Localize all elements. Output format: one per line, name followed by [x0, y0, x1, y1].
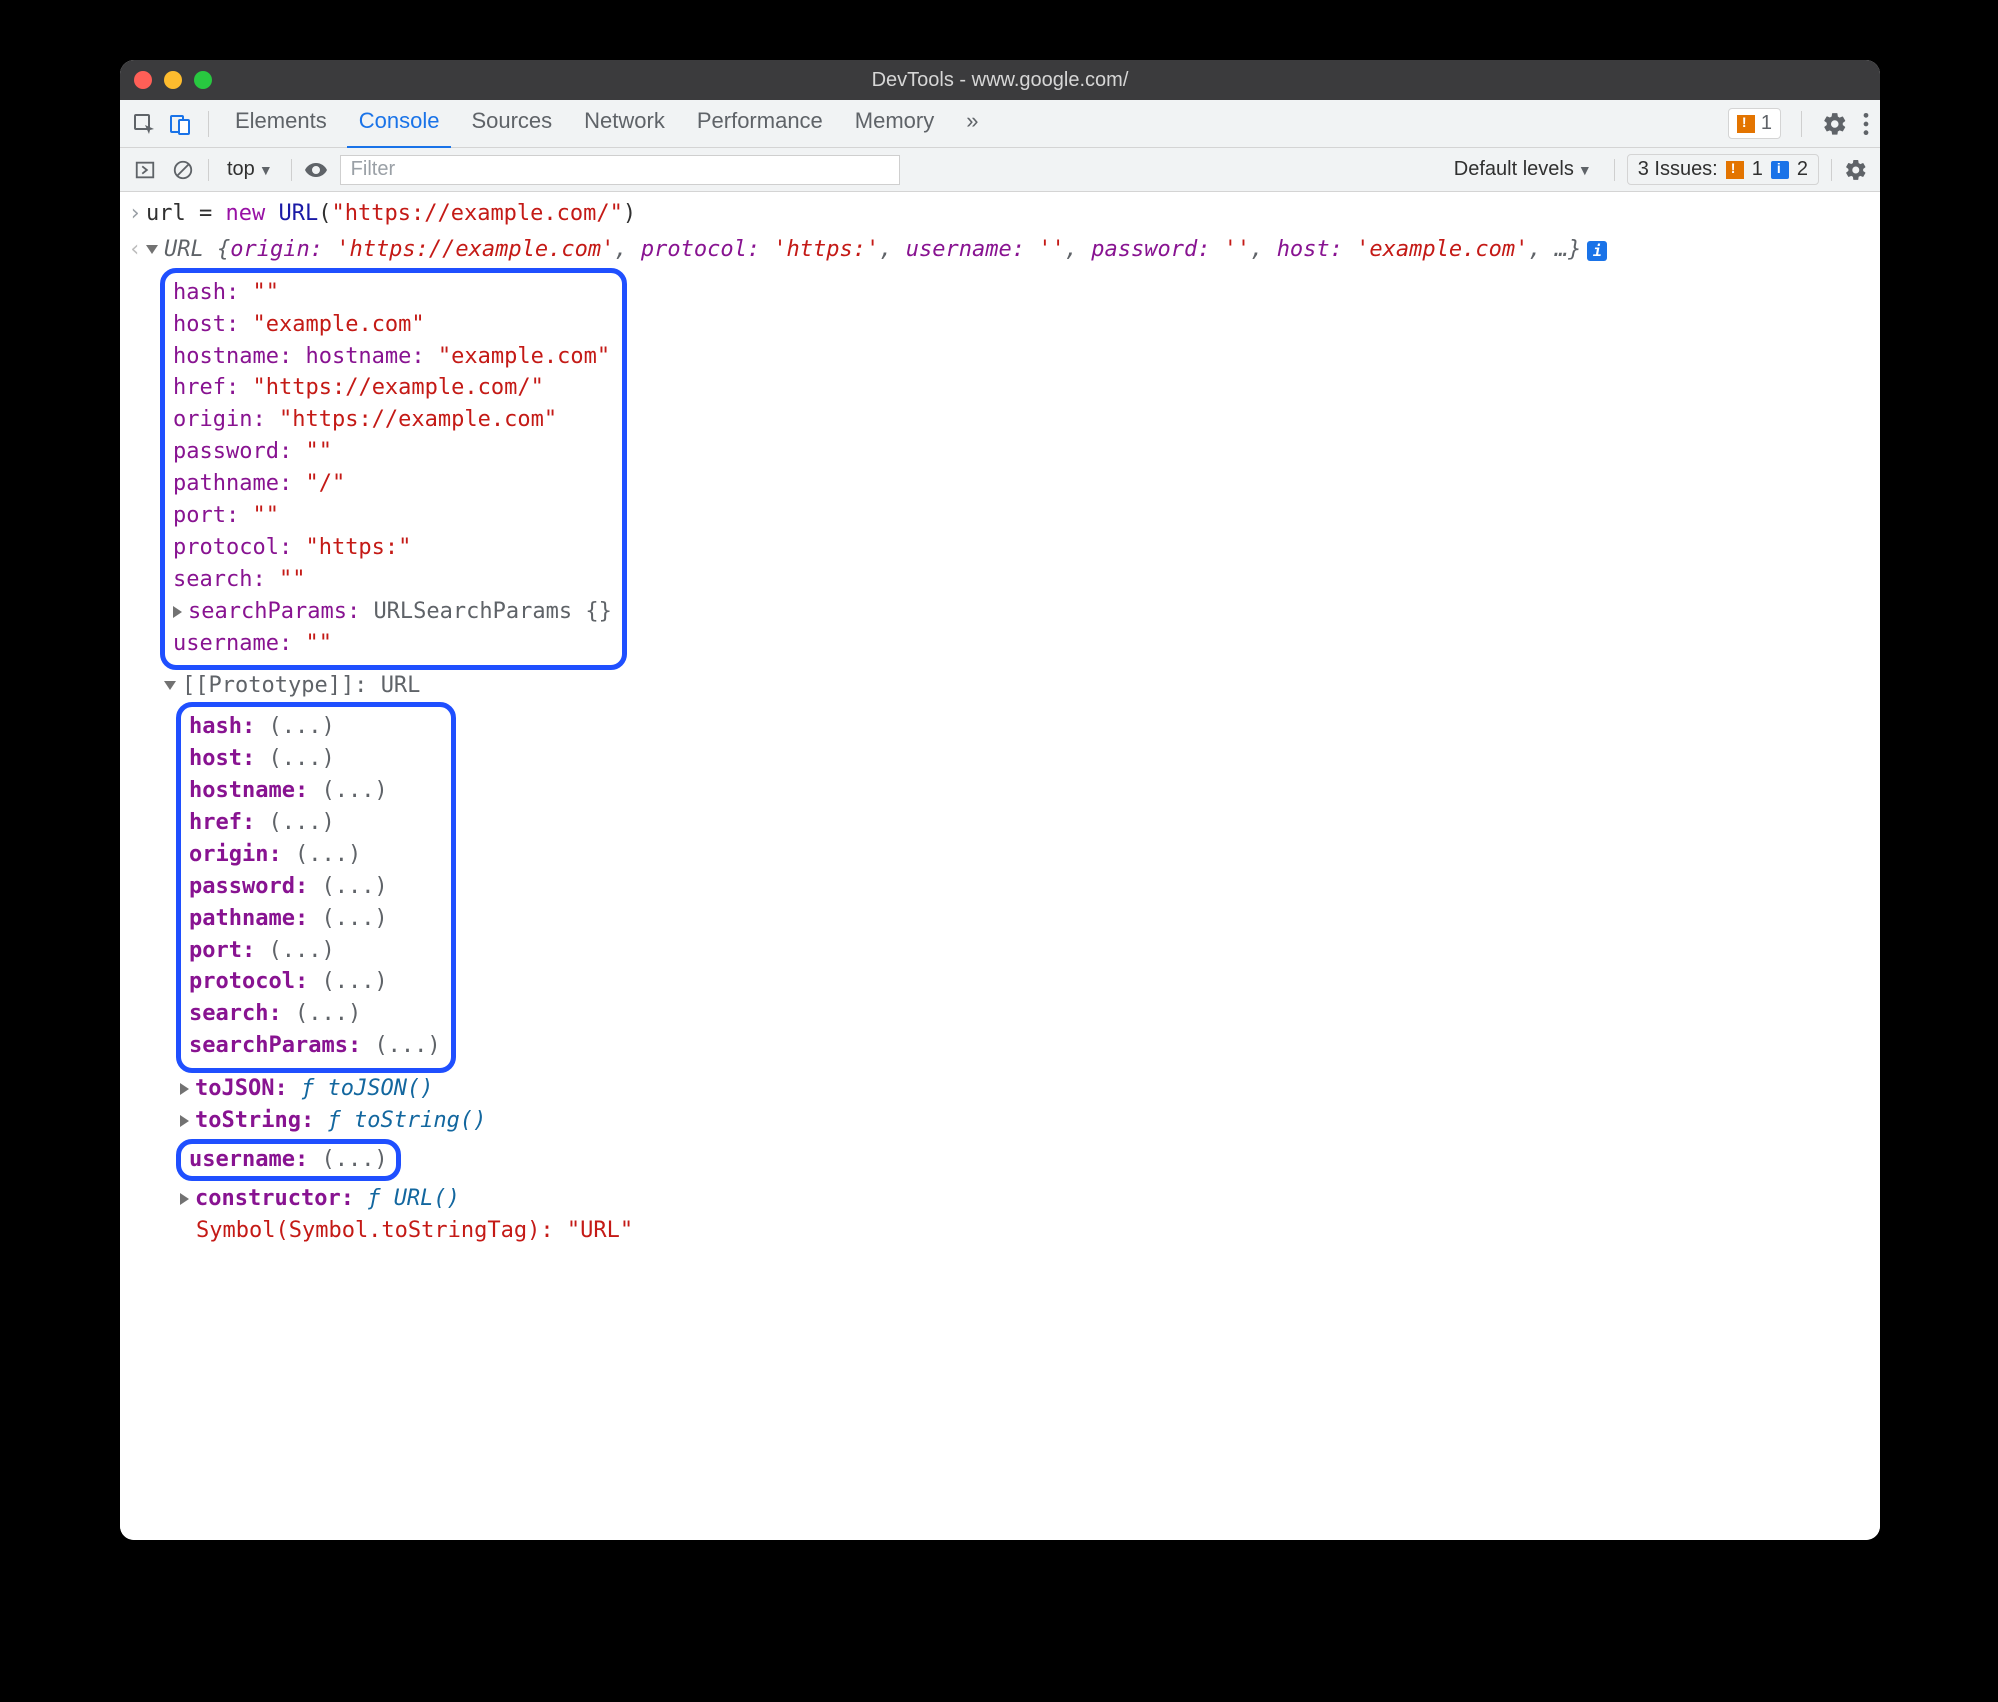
- warning-icon: [1726, 161, 1744, 179]
- prop-searchparams[interactable]: searchParams: URLSearchParams {}: [173, 596, 612, 628]
- getter-username[interactable]: username:: [189, 1147, 321, 1172]
- prop-search[interactable]: search: "": [173, 564, 612, 596]
- prototype-getters-highlight: hash: (...) host: (...) hostname: (...) …: [176, 702, 456, 1073]
- proto-tojson[interactable]: toJSON: ƒ toJSON(): [180, 1073, 1880, 1105]
- console-input-echo: › url = new URL("https://example.com/"): [120, 196, 1880, 232]
- error-warning-badge[interactable]: 1: [1728, 108, 1781, 139]
- clear-console-icon[interactable]: [170, 157, 196, 183]
- prop-password[interactable]: password: "": [173, 436, 612, 468]
- close-window-button[interactable]: [134, 71, 152, 89]
- issues-badge[interactable]: 3 Issues: 1 2: [1627, 154, 1819, 185]
- log-levels-select[interactable]: Default levels ▼: [1444, 156, 1602, 183]
- prototype-username-highlight: username: (...): [176, 1139, 401, 1181]
- getter-search[interactable]: search: (...): [189, 998, 441, 1030]
- prop-hostname[interactable]: hostname: hostname: "example.com": [173, 341, 612, 373]
- getter-pathname[interactable]: pathname: (...): [189, 903, 441, 935]
- getter-origin[interactable]: origin: (...): [189, 839, 441, 871]
- prop-protocol[interactable]: protocol: "https:": [173, 532, 612, 564]
- getter-hash[interactable]: hash: (...): [189, 711, 441, 743]
- prop-origin[interactable]: origin: "https://example.com": [173, 404, 612, 436]
- expand-icon[interactable]: [173, 606, 182, 618]
- separator: [208, 159, 209, 181]
- console-output[interactable]: › url = new URL("https://example.com/") …: [120, 192, 1880, 1540]
- expand-icon[interactable]: [180, 1115, 189, 1127]
- expand-object-icon[interactable]: [146, 245, 158, 254]
- devtools-tabstrip: Elements Console Sources Network Perform…: [120, 100, 1880, 148]
- expand-icon[interactable]: [180, 1083, 189, 1095]
- expand-icon[interactable]: [180, 1193, 189, 1205]
- tab-network[interactable]: Network: [572, 98, 677, 149]
- devtools-window: DevTools - www.google.com/ Elements Cons…: [120, 60, 1880, 1540]
- filter-input[interactable]: [340, 155, 900, 185]
- prop-username[interactable]: username: "": [173, 628, 612, 660]
- settings-icon[interactable]: [1822, 111, 1848, 137]
- info-badge-icon[interactable]: i: [1587, 241, 1607, 261]
- proto-constructor[interactable]: constructor: ƒ URL(): [180, 1183, 1880, 1215]
- warning-count: 1: [1761, 112, 1772, 135]
- result-icon: ‹: [124, 234, 146, 266]
- issues-info-count: 2: [1797, 158, 1808, 181]
- getter-hostname[interactable]: hostname: (...): [189, 775, 441, 807]
- tab-performance[interactable]: Performance: [685, 98, 835, 149]
- warning-icon: [1737, 115, 1755, 133]
- info-icon: [1771, 161, 1789, 179]
- context-label: top: [227, 158, 255, 181]
- getter-password[interactable]: password: (...): [189, 871, 441, 903]
- getter-host[interactable]: host: (...): [189, 743, 441, 775]
- separator: [291, 159, 292, 181]
- separator: [1801, 111, 1802, 137]
- getter-href[interactable]: href: (...): [189, 807, 441, 839]
- minimize-window-button[interactable]: [164, 71, 182, 89]
- traffic-lights: [134, 71, 212, 89]
- device-toolbar-icon[interactable]: [166, 110, 194, 138]
- prop-port[interactable]: port: "": [173, 500, 612, 532]
- tab-console[interactable]: Console: [347, 98, 452, 149]
- execution-context-select[interactable]: top ▼: [221, 156, 279, 183]
- panel-tabs: Elements Console Sources Network Perform…: [223, 98, 991, 149]
- proto-tostring[interactable]: toString: ƒ toString(): [180, 1105, 1880, 1137]
- prop-host[interactable]: host: "example.com": [173, 309, 612, 341]
- console-toolbar: top ▼ Default levels ▼ 3 Issues: 1 2: [120, 148, 1880, 192]
- zoom-window-button[interactable]: [194, 71, 212, 89]
- getter-port[interactable]: port: (...): [189, 935, 441, 967]
- object-type: URL: [164, 237, 217, 262]
- console-result-summary[interactable]: ‹ URL {origin: 'https://example.com', pr…: [120, 232, 1880, 268]
- getter-protocol[interactable]: protocol: (...): [189, 966, 441, 998]
- tab-sources[interactable]: Sources: [459, 98, 564, 149]
- prop-href[interactable]: href: "https://example.com/": [173, 372, 612, 404]
- separator: [208, 111, 209, 137]
- tab-memory[interactable]: Memory: [843, 98, 946, 149]
- separator: [1831, 159, 1832, 181]
- issues-warn-count: 1: [1752, 158, 1763, 181]
- prop-hash[interactable]: hash: "": [173, 277, 612, 309]
- prototype-row[interactable]: [[Prototype]]: URL: [164, 670, 1880, 702]
- issues-prefix: 3 Issues:: [1638, 158, 1718, 181]
- separator: [1614, 159, 1615, 181]
- more-menu-icon[interactable]: [1862, 111, 1870, 137]
- live-expression-icon[interactable]: [304, 158, 328, 182]
- getter-searchparams[interactable]: searchParams: (...): [189, 1030, 441, 1062]
- toggle-sidebar-icon[interactable]: [132, 157, 158, 183]
- prop-pathname[interactable]: pathname: "/": [173, 468, 612, 500]
- levels-label: Default levels: [1454, 158, 1574, 181]
- tabs-overflow[interactable]: »: [954, 98, 990, 149]
- prompt-icon: ›: [124, 198, 146, 230]
- dropdown-icon: ▼: [259, 162, 273, 178]
- proto-symbol-tostringtag[interactable]: Symbol(Symbol.toStringTag): "URL": [196, 1215, 1880, 1247]
- console-settings-icon[interactable]: [1844, 158, 1868, 182]
- expand-prototype-icon[interactable]: [164, 681, 176, 690]
- url-own-properties-highlight: hash: "" host: "example.com" hostname: h…: [160, 268, 627, 671]
- variable-name: url: [146, 201, 186, 226]
- dropdown-icon: ▼: [1578, 162, 1592, 178]
- window-title: DevTools - www.google.com/: [120, 69, 1880, 92]
- titlebar: DevTools - www.google.com/: [120, 60, 1880, 100]
- tab-elements[interactable]: Elements: [223, 98, 339, 149]
- inspect-element-icon[interactable]: [130, 110, 158, 138]
